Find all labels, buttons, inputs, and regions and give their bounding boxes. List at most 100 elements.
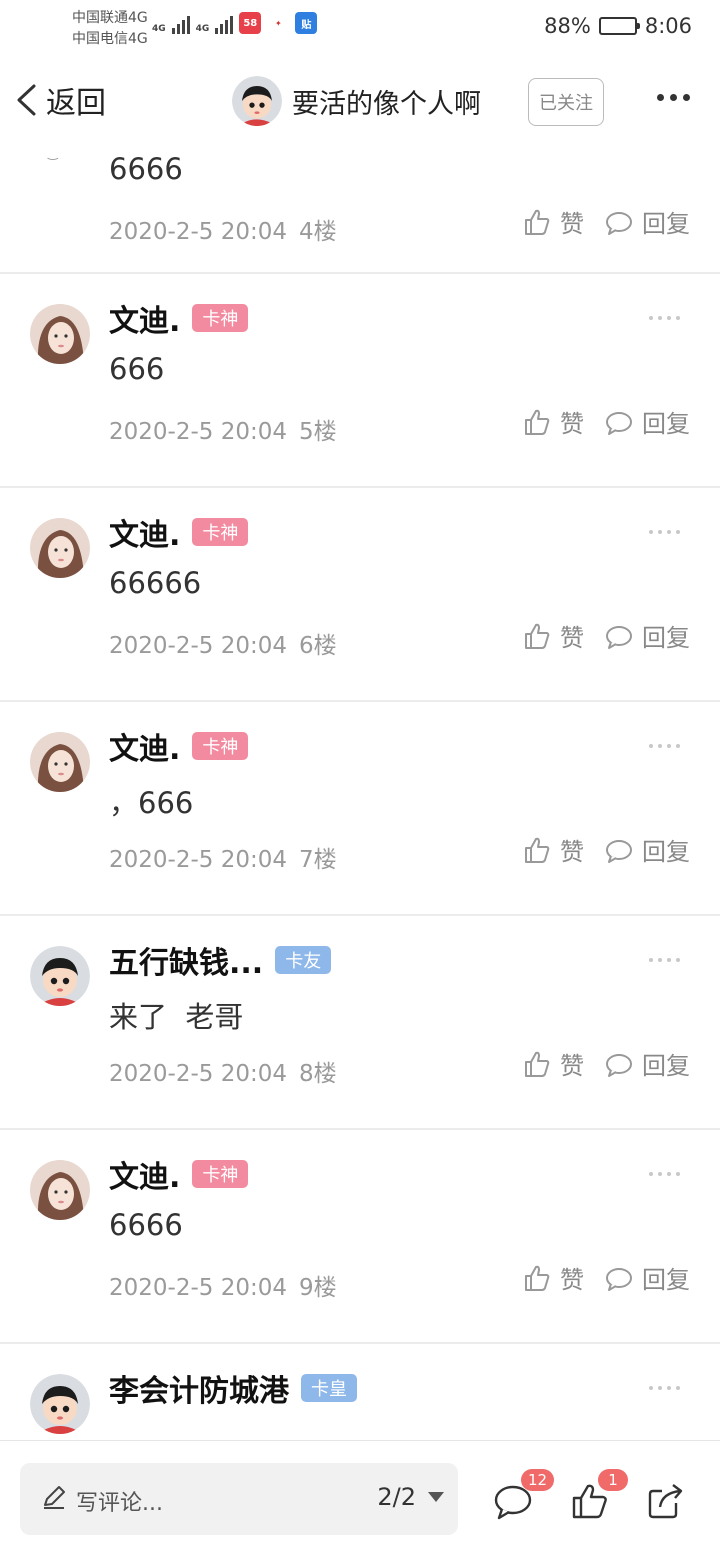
- comment-item: 文迪. 卡神 666 2020-2-5 20:04 5楼 赞 回复: [0, 274, 720, 488]
- like-label: 赞: [560, 410, 584, 438]
- caret-down-icon: [428, 1492, 444, 1502]
- avatar[interactable]: [30, 946, 90, 1006]
- comment-floor: 9楼: [299, 1275, 337, 1301]
- comment-more-icon[interactable]: [649, 958, 680, 962]
- like-label: 赞: [560, 1266, 584, 1294]
- user-name[interactable]: 文迪.: [109, 510, 180, 554]
- avatar[interactable]: [30, 1374, 90, 1434]
- reply-button[interactable]: 回复: [604, 404, 690, 439]
- like-button[interactable]: 赞: [522, 618, 584, 653]
- comment-meta: 2020-2-5 20:04 8楼: [109, 1054, 337, 1088]
- name-row: 文迪. 卡神: [109, 296, 249, 340]
- comment-meta: 2020-2-5 20:04 4楼: [109, 212, 337, 246]
- share-icon: [648, 1484, 683, 1519]
- comments-button[interactable]: 12: [493, 1469, 555, 1521]
- avatar[interactable]: [30, 1160, 90, 1220]
- comment-floor: 4楼: [299, 219, 337, 245]
- comment-more-icon[interactable]: [649, 1386, 680, 1390]
- comment-text: 来了 老哥: [109, 1000, 244, 1034]
- comment-date: 2020-2-5 20:04: [109, 1275, 287, 1301]
- user-name[interactable]: 文迪.: [109, 296, 180, 340]
- speech-bubble-icon: [606, 1053, 632, 1077]
- speech-bubble-icon: [606, 839, 632, 863]
- avatar[interactable]: [30, 518, 90, 578]
- write-comment-input[interactable]: 写评论... 2/2: [20, 1463, 458, 1535]
- follow-button[interactable]: 已关注: [528, 78, 604, 126]
- user-name[interactable]: 文迪.: [109, 1152, 180, 1196]
- share-button[interactable]: [646, 1481, 686, 1521]
- reply-button[interactable]: 回复: [604, 832, 690, 867]
- comment-date: 2020-2-5 20:04: [109, 419, 287, 445]
- speech-bubble-icon: [606, 211, 632, 235]
- thread-author[interactable]: 要活的像个人啊: [232, 76, 481, 126]
- like-button[interactable]: 赞: [522, 832, 584, 867]
- carrier-labels: 中国联通4G 中国电信4G: [72, 8, 148, 50]
- carrier-2: 中国电信4G: [72, 31, 148, 47]
- reply-button[interactable]: 回复: [604, 618, 690, 653]
- name-row: 文迪. 卡神: [109, 724, 249, 768]
- pen-icon: [44, 1486, 65, 1509]
- user-name[interactable]: 文迪.: [109, 724, 180, 768]
- name-row: 文迪. 卡神: [109, 510, 249, 554]
- comment-actions: 赞 回复: [522, 204, 690, 239]
- clock: 8:06: [644, 14, 692, 38]
- comment-item: 文迪. 卡神 ，666 2020-2-5 20:04 7楼 赞 回复: [0, 702, 720, 916]
- comment-meta: 2020-2-5 20:04 9楼: [109, 1268, 337, 1302]
- comment-more-icon[interactable]: [649, 1172, 680, 1176]
- reply-label: 回复: [642, 1266, 690, 1294]
- page-indicator: 2/2: [377, 1483, 416, 1511]
- reply-button[interactable]: 回复: [604, 204, 690, 239]
- battery-icon: [598, 17, 640, 35]
- battery-percent: 88%: [544, 14, 591, 38]
- comment-date: 2020-2-5 20:04: [109, 1061, 287, 1087]
- comment-text: 66666: [109, 566, 202, 600]
- comment-more-icon[interactable]: [649, 744, 680, 748]
- app-58-icon: 58: [239, 12, 262, 34]
- thumbs-up-icon: [525, 209, 550, 235]
- like-label: 赞: [560, 838, 584, 866]
- name-row: 文迪. 卡神: [109, 1152, 249, 1196]
- thumbs-up-icon: [525, 623, 550, 649]
- comment-meta: 2020-2-5 20:04 7楼: [109, 840, 337, 874]
- tieba-icon: 贴: [295, 12, 318, 34]
- more-options-icon[interactable]: [657, 94, 690, 101]
- back-label: 返回: [46, 86, 106, 121]
- comment-item: 李会计防城港 卡皇: [0, 1344, 720, 1440]
- comment-more-icon[interactable]: [649, 316, 680, 320]
- like-post-button[interactable]: 1: [570, 1469, 628, 1521]
- comment-item: 五行缺钱... 卡友 来了 老哥 2020-2-5 20:04 8楼 赞 回复: [0, 916, 720, 1130]
- speech-bubble-icon: [606, 411, 632, 435]
- comment-floor: 5楼: [299, 419, 337, 445]
- reply-label: 回复: [642, 210, 690, 238]
- comment-more-icon[interactable]: [649, 530, 680, 534]
- avatar[interactable]: [30, 732, 90, 792]
- comment-text: 6666: [109, 152, 183, 186]
- comment-list[interactable]: ‿ 6666 2020-2-5 20:04 4楼 赞 回复 文迪. 卡神 666…: [0, 148, 720, 1440]
- user-name[interactable]: 李会计防城港: [109, 1366, 289, 1410]
- like-button[interactable]: 赞: [522, 1046, 584, 1081]
- comment-text: ，666: [109, 786, 194, 820]
- status-bar: 中国联通4G 中国电信4G 4G 4G 58 ✦ 贴 88% 8:06: [0, 0, 720, 56]
- avatar: [232, 76, 282, 126]
- speech-bubble-icon: [606, 625, 632, 649]
- network-tag-2: 4G: [195, 24, 210, 34]
- page-selector[interactable]: 2/2: [377, 1483, 444, 1511]
- reply-button[interactable]: 回复: [604, 1046, 690, 1081]
- like-button[interactable]: 赞: [522, 404, 584, 439]
- comment-item: 文迪. 卡神 6666 2020-2-5 20:04 9楼 赞 回复: [0, 1130, 720, 1344]
- comment-count-badge: 12: [521, 1469, 555, 1491]
- reply-button[interactable]: 回复: [604, 1260, 690, 1295]
- thumbs-up-icon: [525, 1265, 550, 1291]
- like-label: 赞: [560, 210, 584, 238]
- comment-actions: 赞 回复: [522, 618, 690, 653]
- user-name[interactable]: 五行缺钱...: [109, 938, 263, 982]
- back-button[interactable]: 返回: [14, 78, 106, 122]
- user-level-badge: 卡友: [275, 946, 332, 974]
- comment-text: 666: [109, 352, 165, 386]
- user-level-badge: 卡皇: [301, 1374, 357, 1402]
- like-button[interactable]: 赞: [522, 1260, 584, 1295]
- avatar[interactable]: [30, 304, 90, 364]
- like-label: 赞: [560, 624, 584, 652]
- like-button[interactable]: 赞: [522, 204, 584, 239]
- comment-floor: 7楼: [299, 847, 337, 873]
